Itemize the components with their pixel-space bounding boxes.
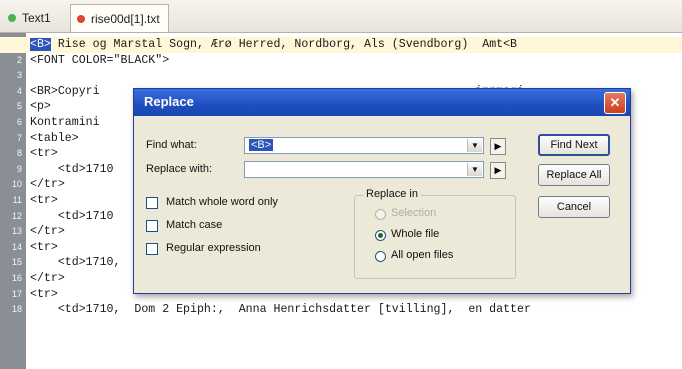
replace-with-label: Replace with:: [146, 163, 213, 175]
line-number: 15: [11, 257, 22, 268]
selection-radio: [375, 209, 386, 220]
line-number: 16: [11, 273, 22, 283]
chevron-down-icon[interactable]: ▼: [467, 163, 482, 176]
whole-file-label: Whole file: [391, 228, 440, 240]
line-text-start: </tr>: [30, 272, 65, 285]
line-text-start: <FONT COLOR="BLACK">: [30, 53, 170, 67]
whole-file-radio[interactable]: [375, 230, 386, 241]
line-number: 8: [16, 148, 22, 159]
line-number: 9: [16, 163, 22, 174]
line-number: 2: [16, 54, 22, 65]
line-text: <tr>: [30, 193, 58, 209]
tab-text1[interactable]: Text1: [8, 6, 51, 30]
line-text-start: </tr>: [30, 178, 65, 192]
line-text: <tr>: [30, 146, 58, 162]
line-text-start: <td>1710: [30, 162, 114, 176]
arrow-right-icon: ▶: [494, 165, 502, 175]
code-line[interactable]: 1 <B> Rise og Marstal Sogn, Ærø Herred, N…: [0, 37, 682, 53]
line-text-start: <table>: [30, 131, 79, 145]
find-what-label: Find what:: [146, 139, 197, 151]
find-next-button[interactable]: Find Next: [538, 134, 610, 156]
line-number: 17: [11, 288, 22, 299]
document-icon: [8, 14, 16, 22]
dialog-titlebar[interactable]: Replace ✕: [134, 89, 630, 116]
tab-label: rise00d[1].txt: [91, 11, 160, 26]
line-text: <tr>: [30, 240, 58, 256]
code-line[interactable]: 3: [0, 68, 682, 84]
match-whole-word-checkbox[interactable]: [146, 197, 158, 209]
line-text: </tr>: [30, 177, 65, 193]
line-text-start: <tr>: [30, 240, 58, 254]
close-button[interactable]: ✕: [604, 92, 626, 114]
replace-dialog: Replace ✕ Find what: <B> ▼ ▶ Replace wit…: [133, 88, 631, 294]
code-line[interactable]: 2 <FONT COLOR="BLACK">: [0, 53, 682, 69]
tab-label: Text1: [22, 11, 51, 25]
dialog-title: Replace: [144, 94, 194, 109]
match-case-checkbox[interactable]: [146, 220, 158, 232]
line-text-start: <tr>: [30, 147, 58, 161]
line-text: <td>1710, Dom 2 Epiph:, Anna Henrichsdat…: [30, 302, 531, 318]
line-text: </tr>: [30, 224, 65, 240]
line-text-end: Rise og Marstal Sogn, Ærø Herred, Nordbo…: [50, 38, 518, 51]
line-text: <table>: [30, 131, 79, 147]
line-text-start: <tr>: [30, 194, 58, 207]
line-text-start: <td>1710, Dom 2 Epiph:, Anna Henrichsdat…: [30, 303, 531, 317]
all-open-files-radio[interactable]: [375, 251, 386, 262]
line-text: <p>: [30, 99, 51, 115]
tab-rise00d[interactable]: rise00d[1].txt: [70, 4, 169, 32]
replace-in-group: Replace in Selection Whole file All open…: [354, 188, 516, 279]
line-number: 5: [16, 101, 22, 112]
line-text: <FONT COLOR="BLACK">: [30, 53, 169, 69]
code-line[interactable]: 18 <td>1710, Dom 2 Epiph:, Anna Henrichs…: [0, 302, 682, 318]
line-number: 7: [16, 132, 22, 143]
replace-in-title: Replace in: [363, 188, 421, 200]
replace-all-button[interactable]: Replace All: [538, 164, 610, 186]
line-number: 6: [16, 117, 22, 127]
line-number: 13: [11, 226, 22, 237]
line-text: </tr>: [30, 271, 65, 287]
line-number: 14: [11, 241, 22, 252]
line-number: 18: [11, 304, 22, 315]
line-text-start: Kontramini: [30, 116, 100, 129]
line-number: 3: [16, 70, 22, 81]
match-case-label: Match case: [166, 219, 223, 231]
line-text-start: <td>1710: [30, 209, 114, 223]
line-text: <tr>: [30, 287, 58, 303]
replace-regex-menu-button[interactable]: ▶: [490, 162, 506, 179]
line-text-start: <p>: [30, 100, 51, 114]
match-whole-word-label: Match whole word only: [166, 196, 278, 208]
regular-expression-checkbox[interactable]: [146, 243, 158, 255]
selection-label: Selection: [391, 207, 437, 219]
line-text-start: <BR>Copyri: [30, 84, 100, 98]
line-number: 10: [11, 179, 22, 190]
chevron-down-icon[interactable]: ▼: [467, 139, 482, 152]
all-open-files-label: All open files: [391, 249, 454, 261]
find-regex-menu-button[interactable]: ▶: [490, 138, 506, 155]
modified-document-icon: [77, 14, 85, 23]
replace-with-input[interactable]: ▼: [244, 161, 484, 178]
selected-text: <B>: [30, 38, 51, 51]
line-number: 1: [16, 39, 22, 49]
line-number: 12: [11, 210, 22, 221]
cancel-button[interactable]: Cancel: [538, 196, 610, 218]
line-number: 11: [12, 195, 22, 205]
line-text-start: <tr>: [30, 287, 58, 301]
tab-bar: Text1 rise00d[1].txt: [0, 0, 682, 33]
line-number: 4: [16, 85, 22, 96]
regular-expression-label: Regular expression: [166, 242, 261, 254]
line-text-start: </tr>: [30, 225, 65, 239]
arrow-right-icon: ▶: [494, 141, 502, 151]
close-icon: ✕: [609, 95, 621, 110]
find-what-value: <B>: [249, 139, 274, 151]
find-what-input[interactable]: <B> ▼: [244, 137, 484, 154]
line-text: <B> Rise og Marstal Sogn, Ærø Herred, No…: [30, 37, 517, 53]
